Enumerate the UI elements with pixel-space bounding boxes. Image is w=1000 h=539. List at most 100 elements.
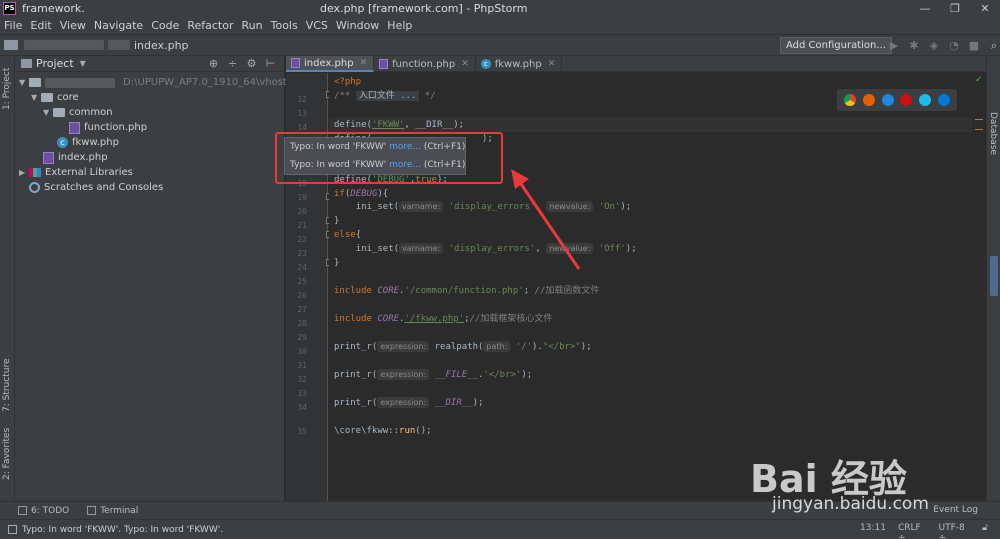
- opera-icon[interactable]: [900, 94, 913, 106]
- tree-item-scratches[interactable]: Scratches and Consoles: [29, 180, 163, 195]
- chrome-icon[interactable]: [844, 94, 857, 106]
- tree-item-index-php[interactable]: index.php: [43, 150, 108, 165]
- folded-doc-comment[interactable]: 入口文件 ...: [355, 91, 420, 101]
- terminal-tool-tab[interactable]: Terminal: [87, 506, 138, 516]
- ie-icon[interactable]: [918, 94, 931, 106]
- breadcrumb-file[interactable]: index.php: [134, 39, 189, 52]
- code-line: /** 入口文件 ... */: [334, 91, 436, 101]
- chevron-down-icon: ▼: [19, 78, 26, 87]
- firefox-icon[interactable]: [862, 94, 875, 106]
- php-file-icon: [69, 121, 80, 134]
- menu-tools[interactable]: Tools: [271, 19, 298, 32]
- tree-item-external-libraries[interactable]: ▶ External Libraries: [19, 165, 133, 180]
- tree-root[interactable]: ▼ D:\UPUPW_AP7.0_1910_64\vhosts\frame: [19, 75, 325, 90]
- menu-file[interactable]: File: [4, 19, 22, 32]
- chevron-down-icon: ▼: [31, 93, 38, 102]
- collapse-all-icon[interactable]: ÷: [223, 57, 242, 70]
- close-button[interactable]: ✕: [970, 0, 1000, 17]
- safari-icon[interactable]: [881, 94, 894, 106]
- line-number: 25: [297, 277, 307, 286]
- project-tool-tab[interactable]: 1: Project: [2, 68, 12, 110]
- tab-function-php[interactable]: function.php ✕: [374, 56, 476, 72]
- blurred-breadcrumb: [108, 40, 130, 50]
- file-encoding[interactable]: UTF-8 ÷: [939, 523, 971, 539]
- close-icon[interactable]: ✕: [461, 59, 469, 69]
- typo-marker[interactable]: [975, 129, 983, 130]
- tool-windows-icon[interactable]: [8, 525, 17, 534]
- navigation-bar: index.php Add Configuration... ▶ ✱ ◈ ◔ ■…: [0, 34, 1000, 56]
- todo-tool-tab[interactable]: 6: TODO: [18, 506, 69, 516]
- line-number: 33: [297, 389, 307, 398]
- status-message: Typo: In word 'FKWW'. Typo: In word 'FKW…: [22, 524, 224, 535]
- baidu-watermark: Bai 经验 jingyan.baidu.com: [730, 440, 1000, 520]
- tree-item-label: External Libraries: [45, 167, 133, 178]
- typo-marker[interactable]: [975, 119, 983, 120]
- project-panel: Project ▼ ⊕ ÷ ⚙ ⊢ ▼ D:\UPUPW_AP7.0_1910_…: [15, 56, 325, 501]
- run-icon[interactable]: ▶: [884, 38, 904, 53]
- folder-icon: [29, 78, 41, 87]
- menu-navigate[interactable]: Navigate: [94, 19, 143, 32]
- favorites-tool-tab[interactable]: 2: Favorites: [2, 428, 12, 480]
- code-line: print_r(expression: __FILE__.'</br>');: [334, 369, 533, 380]
- chevron-down-icon[interactable]: ▼: [80, 59, 86, 68]
- close-icon[interactable]: ✕: [360, 58, 368, 68]
- php-class-icon: c: [57, 137, 68, 148]
- menu-help[interactable]: Help: [387, 19, 412, 32]
- code-line: print_r(expression: realpath(path: '/').…: [334, 341, 592, 352]
- debug-icon[interactable]: ✱: [904, 38, 924, 53]
- edge-icon[interactable]: [937, 94, 950, 106]
- tree-item-core[interactable]: ▼ core: [31, 90, 79, 105]
- add-configuration-button[interactable]: Add Configuration...: [780, 37, 892, 54]
- code-line: else{: [334, 230, 362, 240]
- scroll-from-source-icon[interactable]: ⊕: [204, 57, 223, 70]
- menu-refactor[interactable]: Refactor: [187, 19, 233, 32]
- line-number: 13: [297, 109, 307, 118]
- inspection-ok-icon[interactable]: ✓: [975, 75, 983, 85]
- line-number: 32: [297, 375, 307, 384]
- project-panel-title[interactable]: Project: [36, 57, 74, 70]
- tree-item-fkww-php[interactable]: c fkww.php: [57, 135, 119, 150]
- maximize-button[interactable]: ❐: [940, 0, 970, 17]
- database-tool-tab[interactable]: Database: [988, 112, 998, 155]
- line-number: 28: [297, 319, 307, 328]
- structure-tool-tab[interactable]: 7: Structure: [2, 359, 12, 413]
- line-separator[interactable]: CRLF ÷: [898, 523, 927, 539]
- tree-item-label: function.php: [84, 122, 148, 133]
- search-everywhere-icon[interactable]: ⌕: [984, 38, 1000, 53]
- gear-icon[interactable]: ⚙: [242, 57, 261, 70]
- menu-code[interactable]: Code: [151, 19, 179, 32]
- hide-icon[interactable]: ⊢: [261, 57, 280, 70]
- menu-window[interactable]: Window: [336, 19, 379, 32]
- tab-index-php[interactable]: index.php ✕: [286, 56, 375, 72]
- scroll-indicator[interactable]: [990, 256, 998, 296]
- tab-label: fkww.php: [494, 58, 542, 70]
- coverage-icon[interactable]: ◈: [924, 38, 944, 53]
- chevron-right-icon: ▶: [19, 168, 26, 177]
- folder-icon: [4, 40, 18, 50]
- tree-item-common[interactable]: ▼ common: [43, 105, 113, 120]
- chevron-down-icon: ▼: [43, 108, 50, 117]
- minimize-button[interactable]: —: [910, 0, 940, 17]
- stop-icon[interactable]: ■: [964, 38, 984, 53]
- menu-view[interactable]: View: [60, 19, 86, 32]
- code-line: if(DEBUG){: [334, 189, 389, 199]
- profile-icon[interactable]: ◔: [944, 38, 964, 53]
- error-stripe[interactable]: ✓: [972, 73, 986, 501]
- menu-vcs[interactable]: VCS: [306, 19, 328, 32]
- terminal-icon: [87, 506, 97, 515]
- code-line: include CORE.'/fkww.php';//加载框架核心文件: [334, 314, 553, 324]
- caret-position[interactable]: 13:11: [860, 523, 886, 539]
- tab-label: function.php: [392, 58, 456, 70]
- tab-fkww-php[interactable]: c fkww.php ✕: [476, 56, 563, 72]
- blurred-breadcrumb: [24, 40, 104, 50]
- folder-icon: [53, 108, 65, 117]
- lock-icon[interactable]: 🔓︎: [982, 523, 988, 539]
- menu-run[interactable]: Run: [242, 19, 263, 32]
- line-number: 30: [297, 347, 307, 356]
- close-icon[interactable]: ✕: [548, 59, 556, 69]
- tree-item-label: core: [57, 92, 79, 103]
- highlight-box: [275, 132, 503, 184]
- tree-item-function-php[interactable]: function.php: [69, 120, 147, 135]
- line-number: 14: [297, 123, 307, 132]
- menu-edit[interactable]: Edit: [30, 19, 51, 32]
